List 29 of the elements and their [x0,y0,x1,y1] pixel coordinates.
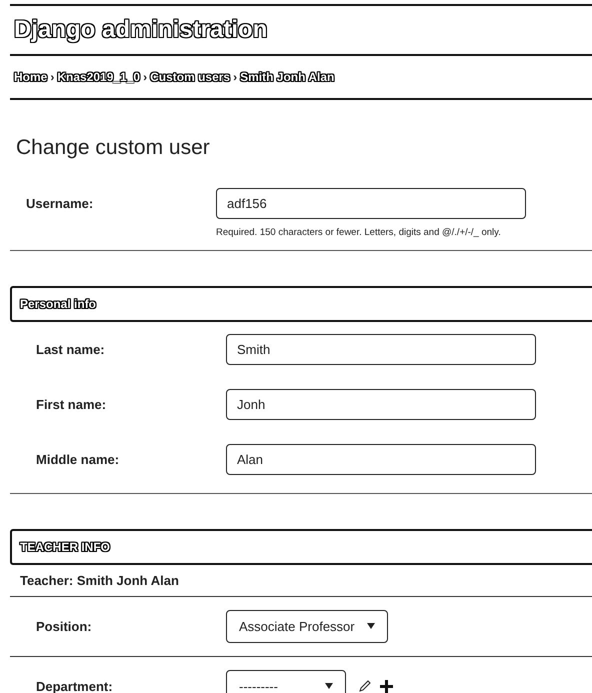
dropdown-arrow-icon [325,682,333,690]
select-field[interactable]: Associate Professor [226,610,388,643]
section-title: Personal info [20,296,96,313]
breadcrumb-separator: › [50,69,54,86]
site-title[interactable]: Django administration [14,12,268,48]
add-icon[interactable] [380,680,393,693]
field-label: Middle name: [36,450,120,468]
text-field[interactable]: Jonh [226,388,536,420]
field-label: Position: [36,618,93,636]
pencil-icon[interactable] [358,679,372,693]
breadcrumb-separator: › [233,69,238,86]
field-label: Last name: [36,340,106,358]
select-field[interactable]: --------- [226,670,346,693]
field-label: Department: [36,678,114,693]
breadcrumb-link[interactable]: Custom users [150,68,230,86]
page-title: Change custom user [15,135,211,161]
breadcrumb-link[interactable]: Home [14,68,48,86]
field-label: Username: [26,194,94,213]
text-field[interactable]: adf156 [216,188,526,219]
section-title: TEACHER INFO [20,538,110,556]
dropdown-arrow-icon [366,622,375,630]
breadcrumb-current: Smith Jonh Alan [240,69,334,86]
inline-title: Teacher: Smith Jonh Alan [20,572,179,590]
text-field[interactable]: Alan [226,444,536,475]
field-label: First name: [36,396,108,414]
breadcrumb-separator: › [143,69,148,86]
text-field[interactable]: Smith [226,334,536,365]
breadcrumb-link[interactable]: Knas2019_1_0 [57,68,140,86]
help-text: Required. 150 characters or fewer. Letters, digits and @/./+/-/_ only. [215,226,502,240]
